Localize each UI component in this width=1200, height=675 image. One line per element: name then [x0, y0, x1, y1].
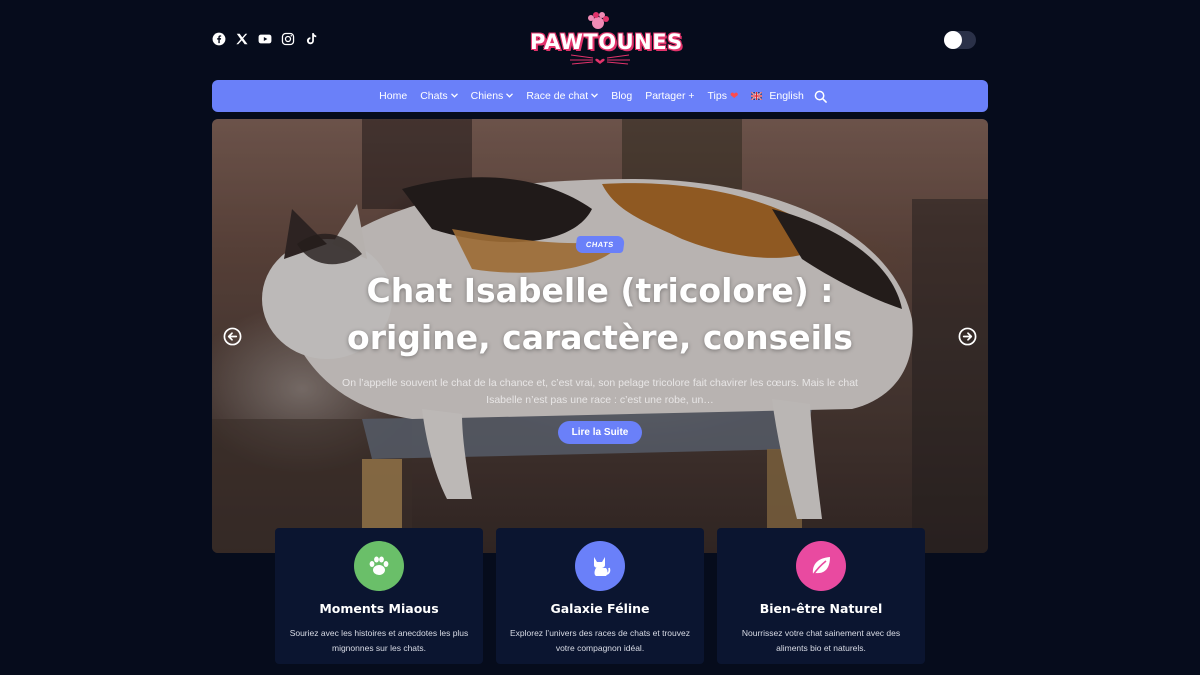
hero-slider[interactable]: CHATS Chat Isabelle (tricolore) : origin…: [212, 119, 988, 553]
nav-item-language[interactable]: English: [745, 90, 810, 102]
arrow-left-icon: [223, 327, 242, 346]
chevron-down-icon: [450, 92, 458, 100]
hero-excerpt: On l’appelle souvent le chat de la chanc…: [342, 377, 858, 406]
nav-label: English: [769, 90, 804, 102]
nav-label: Home: [379, 90, 408, 102]
instagram-icon[interactable]: [281, 32, 295, 46]
top-bar: PAWTOUNES: [212, 12, 988, 70]
toggle-knob: [944, 31, 962, 49]
hero-content: CHATS Chat Isabelle (tricolore) : origin…: [212, 234, 988, 444]
logo-whiskers-icon: [570, 54, 630, 65]
facebook-icon[interactable]: [212, 32, 226, 46]
feature-card-galaxie-feline[interactable]: Galaxie Féline Explorez l’univers des ra…: [496, 528, 704, 664]
card-description: Nourrissez votre chat sainement avec des…: [741, 628, 901, 653]
cat-icon: [575, 541, 625, 591]
main-nav: Home Chats Chiens Race de chat Blog Part…: [212, 80, 988, 112]
search-button[interactable]: [814, 90, 828, 103]
chevron-down-icon: [506, 92, 514, 100]
arrow-right-icon: [958, 327, 977, 346]
heart-icon: ❤: [729, 90, 739, 102]
x-icon[interactable]: [235, 32, 249, 46]
theme-toggle[interactable]: [944, 31, 976, 49]
nav-item-blog[interactable]: Blog: [605, 90, 639, 102]
slider-prev-button[interactable]: [223, 327, 242, 346]
nav-label: Tips: [707, 90, 727, 102]
leaf-icon: [796, 541, 846, 591]
social-links: [212, 32, 318, 46]
nav-label: Chiens: [470, 90, 504, 102]
feature-cards: Moments Miaous Souriez avec les histoire…: [275, 528, 925, 664]
nav-item-chats[interactable]: Chats: [414, 90, 464, 102]
tiktok-icon[interactable]: [304, 32, 318, 46]
nav-item-tips[interactable]: Tips ❤: [701, 90, 745, 102]
paw-icon: [354, 541, 404, 591]
nav-label: Chats: [420, 90, 448, 102]
uk-flag-icon: [751, 92, 763, 100]
nav-item-chiens[interactable]: Chiens: [464, 90, 520, 102]
read-more-button[interactable]: Lire la Suite: [557, 421, 643, 444]
category-badge[interactable]: CHATS: [574, 236, 626, 253]
card-description: Explorez l’univers des races de chats et…: [509, 628, 690, 653]
feature-card-bien-etre-naturel[interactable]: Bien-être Naturel Nourrissez votre chat …: [717, 528, 925, 664]
feature-card-moments-miaous[interactable]: Moments Miaous Souriez avec les histoire…: [275, 528, 483, 664]
nav-item-race-de-chat[interactable]: Race de chat: [520, 90, 605, 102]
nav-item-partager[interactable]: Partager +: [639, 90, 701, 102]
card-title: Galaxie Féline: [550, 601, 650, 616]
nav-item-home[interactable]: Home: [373, 90, 414, 102]
chevron-down-icon: [591, 92, 599, 100]
nav-label: Race de chat: [526, 90, 589, 102]
slider-next-button[interactable]: [958, 327, 977, 346]
site-logo[interactable]: PAWTOUNES: [530, 12, 682, 70]
nav-label: Partager +: [645, 90, 695, 102]
nav-label: Blog: [611, 90, 633, 102]
card-description: Souriez avec les histoires et anecdotes …: [289, 628, 469, 653]
card-title: Bien-être Naturel: [759, 601, 883, 616]
card-title: Moments Miaous: [319, 601, 439, 616]
hero-title[interactable]: Chat Isabelle (tricolore) : origine, car…: [290, 267, 910, 361]
search-icon: [814, 90, 828, 103]
youtube-icon[interactable]: [258, 32, 272, 46]
